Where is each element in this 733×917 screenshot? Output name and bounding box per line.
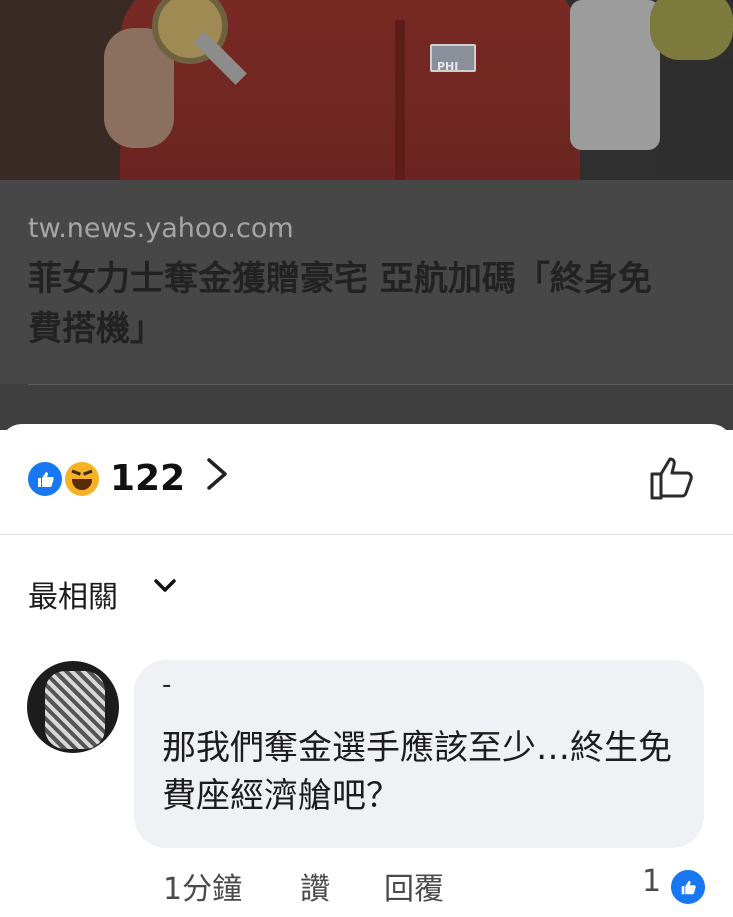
like-icon bbox=[25, 459, 65, 499]
comment-like-button[interactable]: 讚 bbox=[300, 864, 330, 908]
like-button[interactable] bbox=[648, 452, 698, 502]
reaction-count: 122 bbox=[110, 458, 186, 499]
jacket-label: PHI bbox=[437, 60, 459, 73]
divider bbox=[28, 384, 733, 385]
comment-reply-button[interactable]: 回覆 bbox=[384, 864, 444, 908]
link-domain: tw.news.yahoo.com bbox=[28, 213, 294, 244]
sort-dropdown-label[interactable]: 最相關 bbox=[28, 572, 118, 616]
comment-author[interactable]: - bbox=[162, 670, 171, 700]
mascot-figure bbox=[570, 0, 660, 150]
chevron-down-icon[interactable] bbox=[150, 570, 180, 600]
link-title[interactable]: 菲女力士奪金獲贈豪宅 亞航加碼「終身免費搭機」 bbox=[28, 254, 678, 354]
avatar[interactable] bbox=[27, 661, 119, 753]
haha-icon bbox=[62, 459, 102, 499]
reaction-summary[interactable]: 122 bbox=[0, 424, 733, 534]
divider bbox=[0, 534, 733, 535]
dimmed-post: PHI tw.news.yahoo.com 菲女力士奪金獲贈豪宅 亞航加碼「終身… bbox=[0, 0, 733, 430]
chevron-right-icon[interactable] bbox=[205, 456, 229, 499]
thumbs-up-icon bbox=[650, 457, 693, 500]
comments-sheet: 122 最相關 - 那我們奪金選手應該至少…終生免費座經濟艙吧？ 1分鐘 讚 回… bbox=[0, 424, 733, 917]
comment-time: 1分鐘 bbox=[163, 872, 243, 907]
comment-text: 那我們奪金選手應該至少…終生免費座經濟艙吧？ bbox=[162, 728, 672, 816]
comment-like-count: 1 bbox=[642, 864, 662, 899]
post-photo: PHI bbox=[0, 0, 733, 180]
like-icon bbox=[669, 868, 707, 906]
flower-bouquet bbox=[650, 0, 733, 60]
